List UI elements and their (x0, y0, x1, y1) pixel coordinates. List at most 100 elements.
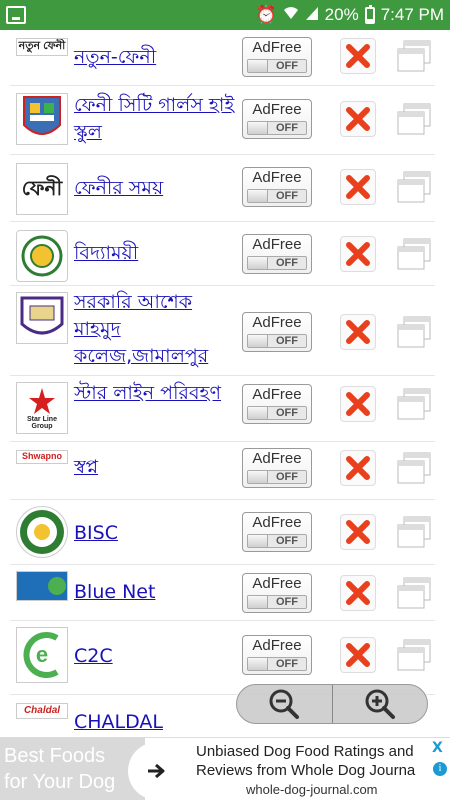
arrow-right-icon (148, 763, 165, 779)
item-link[interactable]: BISC (74, 520, 239, 547)
delete-button[interactable] (340, 38, 376, 74)
wifi-icon (283, 5, 299, 25)
toggle-switch[interactable]: OFF (247, 121, 307, 135)
item-logo (16, 506, 68, 558)
item-logo: Shwapno (16, 450, 68, 464)
notification-icon (6, 6, 26, 24)
adfree-toggle[interactable]: AdFree OFF (242, 384, 312, 424)
zoom-out-button[interactable] (237, 685, 332, 723)
adfree-toggle[interactable]: AdFree OFF (242, 635, 312, 675)
adfree-toggle[interactable]: AdFree OFF (242, 512, 312, 552)
zoom-in-icon (365, 689, 395, 719)
adfree-toggle[interactable]: AdFree OFF (242, 312, 312, 352)
delete-button[interactable] (340, 450, 376, 486)
toggle-state: OFF (276, 471, 298, 483)
ad-headline-1: Unbiased Dog Food Ratings and (196, 743, 414, 760)
windows-icon[interactable] (396, 170, 432, 204)
ad-text[interactable]: Unbiased Dog Food Ratings and Reviews fr… (196, 742, 432, 799)
adfree-toggle[interactable]: AdFree OFF (242, 234, 312, 274)
toggle-state: OFF (276, 658, 298, 670)
svg-text:e: e (36, 642, 48, 667)
app: ⏰ 20% 7:47 PM নতুন ফেনী নতুন-ফেনী AdFree… (0, 0, 450, 800)
delete-button[interactable] (340, 314, 376, 350)
ad-arrow-button[interactable] (128, 742, 186, 800)
windows-icon[interactable] (396, 515, 432, 549)
item-link[interactable]: নতুন-ফেনী (74, 44, 239, 71)
list-item: Shwapno স্বপ্ন AdFree OFF (10, 442, 435, 500)
battery-percent: 20% (324, 5, 359, 24)
list-item: Star Line Group স্টার লাইন পরিবহণ AdFree… (10, 376, 435, 442)
close-icon (346, 107, 370, 131)
delete-button[interactable] (340, 236, 376, 272)
ad-info-icon[interactable]: i (433, 762, 447, 776)
close-icon (346, 175, 370, 199)
windows-icon[interactable] (396, 102, 432, 136)
toggle-switch[interactable]: OFF (247, 534, 307, 548)
toggle-switch[interactable]: OFF (247, 256, 307, 270)
windows-icon[interactable] (396, 39, 432, 73)
battery-icon (364, 4, 375, 24)
item-list: নতুন ফেনী নতুন-ফেনী AdFree OFF ফেনী সিটি … (10, 30, 435, 755)
toggle-state: OFF (276, 60, 298, 72)
adfree-label: AdFree (252, 39, 302, 56)
alarm-icon: ⏰ (255, 5, 277, 24)
toggle-switch[interactable]: OFF (247, 189, 307, 203)
delete-button[interactable] (340, 575, 376, 611)
toggle-switch[interactable]: OFF (247, 59, 307, 73)
delete-button[interactable] (340, 101, 376, 137)
item-link[interactable]: Blue Net (74, 579, 239, 606)
ad-url: whole-dog-journal.com (246, 782, 378, 797)
ad-banner[interactable]: Best Foods for Your Dog Unbiased Dog Foo… (0, 737, 450, 800)
adfree-label: AdFree (252, 450, 302, 467)
delete-button[interactable] (340, 637, 376, 673)
zoom-in-button[interactable] (331, 685, 428, 723)
windows-icon[interactable] (396, 315, 432, 349)
toggle-state: OFF (276, 190, 298, 202)
toggle-switch[interactable]: OFF (247, 406, 307, 420)
windows-icon[interactable] (396, 237, 432, 271)
adfree-toggle[interactable]: AdFree OFF (242, 99, 312, 139)
close-icon (346, 44, 370, 68)
windows-icon[interactable] (396, 451, 432, 485)
ad-left-line-1: Best Foods (4, 745, 106, 767)
item-link[interactable]: ফেনীর সময় (74, 175, 239, 202)
item-link[interactable]: CHALDAL (74, 709, 239, 736)
adfree-toggle[interactable]: AdFree OFF (242, 167, 312, 207)
item-link[interactable]: স্বপ্ন (74, 454, 239, 481)
list-item: ফেনী ফেনীর সময় AdFree OFF (10, 155, 435, 222)
status-right: ⏰ 20% 7:47 PM (255, 4, 444, 25)
ad-headline-2: Reviews from Whole Dog Journa (196, 762, 416, 779)
delete-button[interactable] (340, 169, 376, 205)
list-item: ফেনী সিটি গার্লস হাই স্কুল AdFree OFF (10, 86, 435, 155)
item-logo (16, 292, 68, 344)
zoom-control (236, 684, 428, 724)
item-link[interactable]: C2C (74, 643, 239, 670)
toggle-switch[interactable]: OFF (247, 595, 307, 609)
ad-left-panel[interactable]: Best Foods for Your Dog (0, 738, 145, 800)
list-item: Blue Net AdFree OFF (10, 565, 435, 621)
ad-close-icon[interactable]: X (432, 741, 446, 756)
windows-icon[interactable] (396, 638, 432, 672)
item-logo: Star Line Group (16, 382, 68, 434)
delete-button[interactable] (340, 386, 376, 422)
delete-button[interactable] (340, 514, 376, 550)
item-logo (16, 230, 68, 282)
item-link[interactable]: সরকারি আশেক মাহমুদ কলেজ,জামালপুর (74, 289, 239, 370)
windows-icon[interactable] (396, 387, 432, 421)
item-logo (16, 93, 68, 145)
item-link[interactable]: ফেনী সিটি গার্লস হাই স্কুল (74, 92, 239, 146)
status-bar: ⏰ 20% 7:47 PM (0, 0, 450, 30)
list-item: নতুন ফেনী নতুন-ফেনী AdFree OFF (10, 30, 435, 86)
adfree-toggle[interactable]: AdFree OFF (242, 573, 312, 613)
adfree-label: AdFree (252, 314, 302, 331)
signal-icon (305, 5, 319, 25)
item-link[interactable]: স্টার লাইন পরিবহণ (74, 380, 239, 407)
windows-icon[interactable] (396, 576, 432, 610)
close-icon (346, 581, 370, 605)
adfree-toggle[interactable]: AdFree OFF (242, 37, 312, 77)
item-link[interactable]: বিদ্যাময়ী (74, 240, 239, 267)
adfree-toggle[interactable]: AdFree OFF (242, 448, 312, 488)
toggle-switch[interactable]: OFF (247, 470, 307, 484)
toggle-switch[interactable]: OFF (247, 657, 307, 671)
toggle-switch[interactable]: OFF (247, 334, 307, 348)
